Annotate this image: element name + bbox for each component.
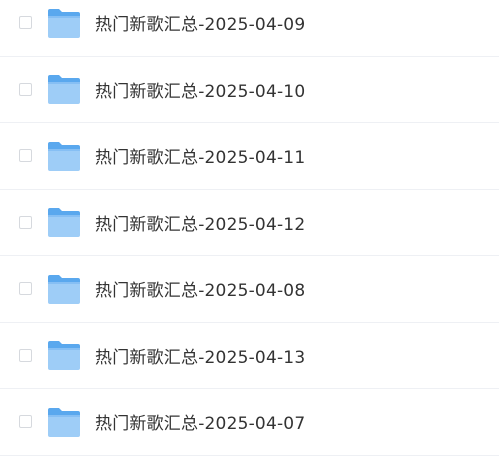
folder-icon[interactable] <box>47 405 81 439</box>
select-checkbox[interactable] <box>19 149 32 163</box>
folder-icon[interactable] <box>47 338 81 372</box>
folder-icon[interactable] <box>47 72 81 106</box>
list-item[interactable]: 热门新歌汇总-2025-04-09 <box>0 0 499 57</box>
select-checkbox[interactable] <box>19 215 32 229</box>
folder-icon[interactable] <box>47 205 81 239</box>
select-checkbox[interactable] <box>19 16 32 30</box>
list-item[interactable]: 热门新歌汇总-2025-04-07 <box>0 389 499 456</box>
list-item[interactable]: 热门新歌汇总-2025-04-12 <box>0 190 499 256</box>
list-item[interactable]: 热门新歌汇总-2025-04-10 <box>0 57 499 123</box>
folder-name[interactable]: 热门新歌汇总-2025-04-13 <box>95 343 305 368</box>
folder-icon[interactable] <box>47 139 81 173</box>
folder-icon[interactable] <box>47 6 81 40</box>
folder-name[interactable]: 热门新歌汇总-2025-04-11 <box>95 143 305 168</box>
list-item[interactable]: 热门新歌汇总-2025-04-11 <box>0 123 499 190</box>
folder-name[interactable]: 热门新歌汇总-2025-04-08 <box>95 276 305 301</box>
select-checkbox[interactable] <box>19 415 32 429</box>
folder-name[interactable]: 热门新歌汇总-2025-04-07 <box>95 409 305 434</box>
list-item[interactable]: 热门新歌汇总-2025-04-13 <box>0 323 499 389</box>
file-list: 热门新歌汇总-2025-04-09 热门新歌汇总-2025-04-10 热门新歌… <box>0 0 499 456</box>
select-checkbox[interactable] <box>19 282 32 296</box>
folder-name[interactable]: 热门新歌汇总-2025-04-12 <box>95 210 305 235</box>
folder-name[interactable]: 热门新歌汇总-2025-04-09 <box>95 10 305 35</box>
folder-name[interactable]: 热门新歌汇总-2025-04-10 <box>95 77 305 102</box>
select-checkbox[interactable] <box>19 82 32 96</box>
select-checkbox[interactable] <box>19 348 32 362</box>
list-item[interactable]: 热门新歌汇总-2025-04-08 <box>0 256 499 323</box>
folder-icon[interactable] <box>47 272 81 306</box>
